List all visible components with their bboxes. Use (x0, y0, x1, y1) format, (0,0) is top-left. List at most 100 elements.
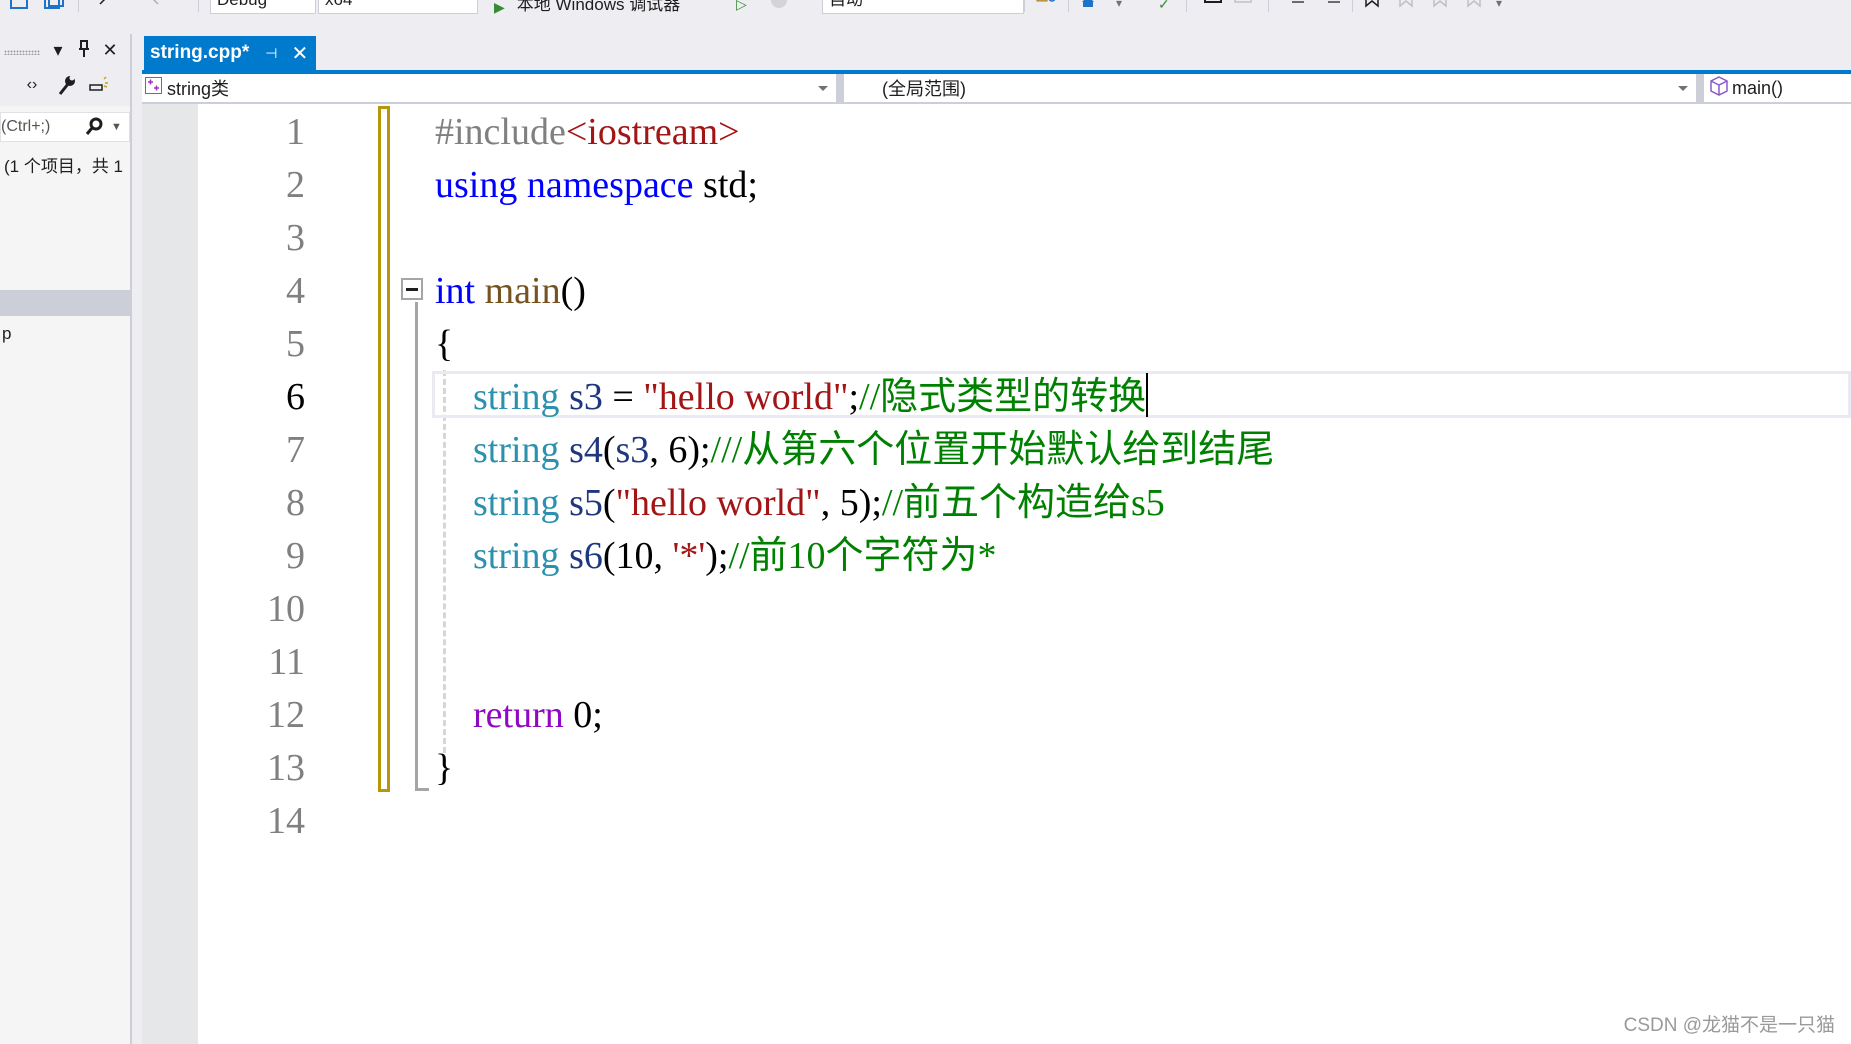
search-icon[interactable] (85, 113, 103, 141)
configuration-select[interactable]: Debug (210, 0, 316, 14)
save-icon[interactable] (10, 0, 28, 10)
code-token: namespace (526, 164, 694, 206)
drag-grip[interactable] (4, 50, 40, 55)
line-number: 13 (267, 747, 305, 789)
auto-select[interactable]: 自动 (822, 0, 1024, 14)
code-icon[interactable]: ‹› (22, 76, 42, 94)
tab-string-cpp[interactable]: string.cpp* ⊣ ✕ (144, 36, 316, 70)
bookmark-icon[interactable] (1364, 0, 1382, 10)
code-text[interactable]: string s5("hello world", 5);//前五个构造给s5 (435, 477, 1165, 530)
comment-icon[interactable] (1204, 0, 1222, 10)
bookmark-prev-icon[interactable] (1398, 0, 1416, 10)
toolbar-separator (198, 0, 199, 12)
overflow-icon[interactable]: ▾ (1116, 0, 1134, 10)
start-without-debugging-icon[interactable]: ▷ (736, 0, 754, 12)
properties-icon[interactable] (88, 76, 108, 99)
toolbar-overflow-icon[interactable]: ▾ (1496, 0, 1514, 10)
tree-item[interactable]: p (2, 324, 11, 344)
home-icon[interactable] (1080, 0, 1098, 10)
pane-pin-button[interactable] (74, 40, 94, 63)
record-icon[interactable] (770, 0, 788, 10)
code-token: using (435, 164, 518, 206)
platform-select[interactable]: x64 (318, 0, 478, 14)
redo-icon[interactable] (146, 0, 164, 10)
scope-label: (全局范围) (882, 79, 966, 99)
bookmark-clear-icon[interactable] (1466, 0, 1484, 10)
code-line[interactable]: 7 string s4(s3, 6);///从第六个位置开始默认给到结尾 (142, 424, 1851, 477)
tab-pin-icon[interactable]: ⊣ (265, 45, 277, 62)
code-line[interactable]: 5{ (142, 318, 1851, 371)
code-line[interactable]: 10 (142, 583, 1851, 636)
scope-dropdown[interactable]: (全局范围) (844, 74, 1696, 102)
code-text[interactable]: #include<iostream> (435, 106, 740, 159)
check-icon[interactable]: ✓ (1158, 0, 1176, 12)
uncomment-icon[interactable] (1234, 0, 1252, 10)
code-line[interactable]: 4 int main() (142, 265, 1851, 318)
code-line[interactable]: 6 string s3 = "hello world";//隐式类型的转换 (142, 371, 1851, 424)
project-label: string类 (167, 79, 230, 99)
tab-close-icon[interactable]: ✕ (291, 41, 308, 66)
code-token: s6 (569, 535, 603, 577)
line-number: 2 (286, 164, 305, 206)
code-line[interactable]: 9 string s6(10, '*');//前10个字符为* (142, 530, 1851, 583)
code-text[interactable]: string s6(10, '*');//前10个字符为* (435, 530, 997, 583)
search-input[interactable]: (Ctrl+;) ▼ (0, 112, 130, 142)
code-token: () (560, 270, 586, 312)
code-line[interactable]: 14 (142, 795, 1851, 848)
code-token: string (473, 429, 560, 471)
toolbar-separator (1352, 0, 1353, 12)
code-line[interactable]: 12 return 0; (142, 689, 1851, 742)
code-token: , 5); (820, 482, 882, 524)
code-line[interactable]: 8 string s5("hello world", 5);//前五个构造给s5 (142, 477, 1851, 530)
code-line[interactable]: 1 #include<iostream> (142, 106, 1851, 159)
bookmark-next-icon[interactable] (1432, 0, 1450, 10)
project-dropdown[interactable]: string类 (142, 74, 836, 102)
code-text[interactable]: using namespace std; (435, 159, 758, 212)
selected-tree-row[interactable] (0, 290, 130, 316)
line-number: 7 (286, 429, 305, 471)
code-text[interactable]: return 0; (435, 689, 603, 742)
code-token: { (435, 323, 454, 365)
member-dropdown[interactable]: main() (1704, 74, 1851, 102)
outdent-icon[interactable] (1326, 0, 1344, 10)
code-token: s5 (569, 482, 603, 524)
toolbar-separator (1186, 0, 1187, 12)
code-token: 0; (563, 694, 603, 736)
code-token: std; (693, 164, 758, 206)
code-text[interactable]: int main() (435, 265, 586, 318)
code-token: //前五个构造给s5 (881, 482, 1165, 524)
project-icon (145, 76, 163, 100)
toolbar-separator (78, 0, 79, 12)
find-icon[interactable] (1036, 0, 1056, 10)
code-token: ; (848, 376, 860, 418)
code-text[interactable]: string s3 = "hello world";//隐式类型的转换 (435, 371, 1149, 424)
code-line[interactable]: 2 using namespace std; (142, 159, 1851, 212)
watermark: CSDN @龙猫不是一只猫 (1623, 1015, 1835, 1036)
code-line[interactable]: 11 (142, 636, 1851, 689)
save-all-icon[interactable] (44, 0, 64, 10)
search-options-dropdown[interactable]: ▼ (111, 113, 122, 141)
line-number: 1 (286, 111, 305, 153)
pane-dropdown-button[interactable]: ▾ (48, 40, 68, 61)
line-number: 4 (286, 270, 305, 312)
indent-icon[interactable] (1290, 0, 1308, 10)
member-label: main() (1732, 77, 1784, 98)
code-token: //隐式类型的转换 (859, 376, 1147, 418)
code-text[interactable]: string s4(s3, 6);///从第六个位置开始默认给到结尾 (435, 424, 1274, 477)
code-line[interactable]: 13} (142, 742, 1851, 795)
pane-close-button[interactable]: ✕ (100, 40, 120, 61)
main-toolbar: Debug x64 ▶ 本地 Windows 调试器 ▷ 自动 ▾ ✓ ▾ (0, 0, 1851, 34)
code-editor[interactable]: 1 #include<iostream> 2 using namespace std;… (142, 104, 1851, 1044)
line-number: 3 (286, 217, 305, 259)
wrench-icon[interactable] (56, 74, 76, 101)
code-token: '*' (672, 535, 706, 577)
pane-title-bar[interactable]: ▾ ✕ (0, 34, 130, 70)
code-line[interactable]: 3 (142, 212, 1851, 265)
code-text[interactable]: { (435, 318, 453, 371)
play-icon: ▶ (494, 0, 505, 14)
undo-icon[interactable] (96, 0, 114, 10)
code-text[interactable]: } (435, 742, 453, 795)
start-debugging-button[interactable]: ▶ 本地 Windows 调试器 (494, 0, 714, 14)
